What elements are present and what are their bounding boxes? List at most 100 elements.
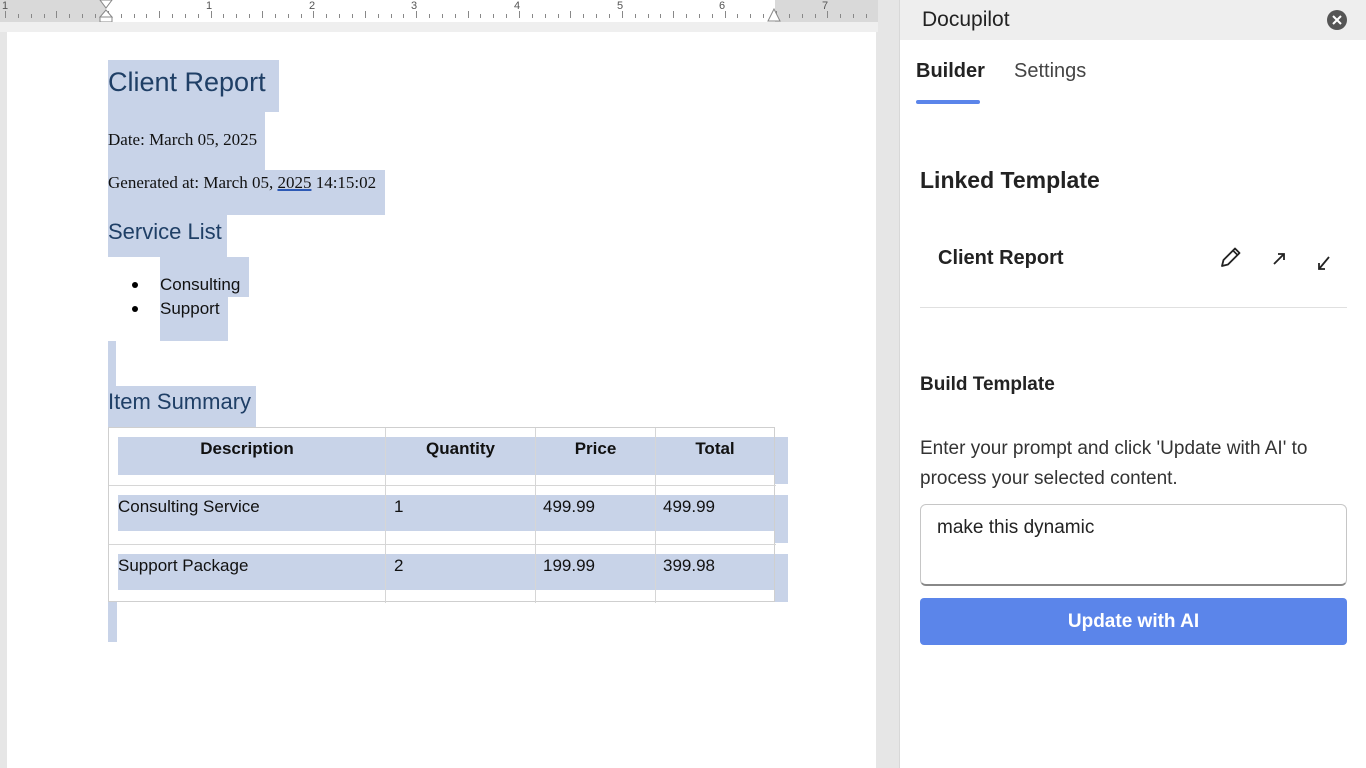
ruler-tick <box>236 14 238 18</box>
ruler-tick <box>660 14 662 18</box>
table-cell[interactable]: 199.99 <box>543 556 595 576</box>
ruler-tick <box>814 14 816 18</box>
build-template-heading: Build Template <box>920 374 1055 395</box>
table-cell[interactable]: 2 <box>394 556 403 576</box>
ruler-tick <box>647 14 649 18</box>
update-with-ai-button[interactable]: Update with AI <box>920 598 1347 645</box>
service-list-heading[interactable]: Service List <box>108 219 222 245</box>
ruler-tick <box>441 14 443 18</box>
panel-header: Docupilot <box>900 0 1366 40</box>
ruler-tick <box>5 11 6 18</box>
ruler-tick <box>724 11 726 18</box>
table-divider <box>109 485 776 486</box>
selection-block <box>108 341 116 386</box>
ruler-tick <box>146 14 148 18</box>
ruler-tick <box>531 14 533 18</box>
document-title[interactable]: Client Report <box>108 60 279 112</box>
build-description: Enter your prompt and click 'Update with… <box>920 438 1308 489</box>
ruler-tick <box>750 14 752 18</box>
ruler-tick <box>223 14 225 18</box>
ruler-tick <box>339 14 341 18</box>
table-cell[interactable]: 499.99 <box>543 497 595 517</box>
ruler-tick <box>454 14 456 18</box>
generated-year: 2025 <box>277 173 312 192</box>
import-icon[interactable] <box>1310 250 1338 278</box>
ruler-tick <box>82 14 84 18</box>
panel-title: Docupilot <box>922 8 1010 31</box>
left-indent-marker[interactable] <box>99 0 113 22</box>
ruler-tick <box>853 14 855 18</box>
section-divider <box>920 307 1347 308</box>
ruler-tick <box>56 11 58 18</box>
prompt-input[interactable]: make this dynamic <box>920 504 1347 586</box>
service-item: Consulting <box>160 275 241 294</box>
ruler-tick <box>159 11 161 18</box>
date-line[interactable]: Date: March 05, 2025 <box>108 130 257 150</box>
ruler-tick <box>480 14 482 18</box>
ruler-tick <box>30 14 32 18</box>
table-cell[interactable]: 1 <box>394 497 403 517</box>
linked-template-name[interactable]: Client Report <box>938 247 1064 270</box>
ruler-tick <box>583 14 585 18</box>
ruler-tick <box>596 14 598 18</box>
ruler-tick <box>262 11 263 18</box>
selection-block <box>775 495 788 543</box>
bullet-icon <box>132 306 138 312</box>
linked-template-heading: Linked Template <box>920 167 1100 193</box>
ruler-tick <box>300 14 302 18</box>
ruler-tick <box>711 14 713 18</box>
ruler-tick <box>493 14 495 18</box>
ruler-tick <box>467 11 469 18</box>
ruler-tick <box>557 14 559 18</box>
ruler-tick <box>249 14 251 18</box>
tab-builder[interactable]: Builder <box>916 60 985 83</box>
ruler-tick <box>416 11 418 18</box>
ruler: 1 1 2 3 4 5 6 7 <box>0 0 878 23</box>
selection-block <box>775 554 788 602</box>
table-header: Quantity <box>426 439 495 458</box>
ruler-tick <box>351 14 353 18</box>
ruler-tick <box>377 14 379 18</box>
item-summary-heading[interactable]: Item Summary <box>108 389 251 415</box>
table-header: Total <box>695 439 735 458</box>
ruler-tick <box>94 14 96 18</box>
table-cell[interactable]: Support Package <box>118 556 248 576</box>
ruler-tick <box>326 14 328 18</box>
table-cell[interactable]: 499.99 <box>663 497 715 517</box>
close-icon[interactable] <box>1327 10 1347 30</box>
ruler-tick <box>429 14 431 18</box>
selection-block <box>775 437 788 484</box>
ruler-tick <box>737 14 739 18</box>
ruler-tick <box>865 14 867 18</box>
right-indent-marker[interactable] <box>767 8 781 22</box>
ruler-tick <box>570 11 572 18</box>
ruler-tick <box>698 14 700 18</box>
service-item: Support <box>160 299 220 318</box>
ruler-tick <box>364 11 366 18</box>
generated-prefix: Generated at: March 05, <box>108 173 278 192</box>
active-tab-indicator <box>916 100 980 104</box>
ruler-tick <box>133 14 135 18</box>
tab-settings[interactable]: Settings <box>1014 60 1086 83</box>
ruler-tick <box>184 14 186 18</box>
pencil-icon[interactable] <box>1216 244 1244 272</box>
bullet-icon <box>132 282 138 288</box>
ruler-tick <box>673 11 675 18</box>
generated-line[interactable]: Generated at: March 05, 2025 14:15:02 <box>108 173 376 193</box>
table-divider <box>109 544 776 545</box>
table-cell[interactable]: Consulting Service <box>118 497 260 517</box>
ruler-tick <box>403 14 405 18</box>
ruler-tick <box>827 11 829 18</box>
table-header: Price <box>574 439 617 458</box>
open-external-icon[interactable] <box>1266 245 1294 273</box>
ruler-tick <box>17 14 19 18</box>
table-cell[interactable]: 399.98 <box>663 556 715 576</box>
ruler-tick <box>506 14 508 18</box>
ruler-tick <box>172 14 174 18</box>
ruler-tick <box>608 14 610 18</box>
docupilot-panel: Docupilot Builder Settings Linked Templa… <box>900 0 1366 768</box>
ruler-tick <box>621 11 623 18</box>
ruler-tick <box>788 14 790 18</box>
item-summary-table[interactable]: Description Quantity Price Total Consult… <box>108 427 776 603</box>
ruler-tick <box>197 14 199 18</box>
